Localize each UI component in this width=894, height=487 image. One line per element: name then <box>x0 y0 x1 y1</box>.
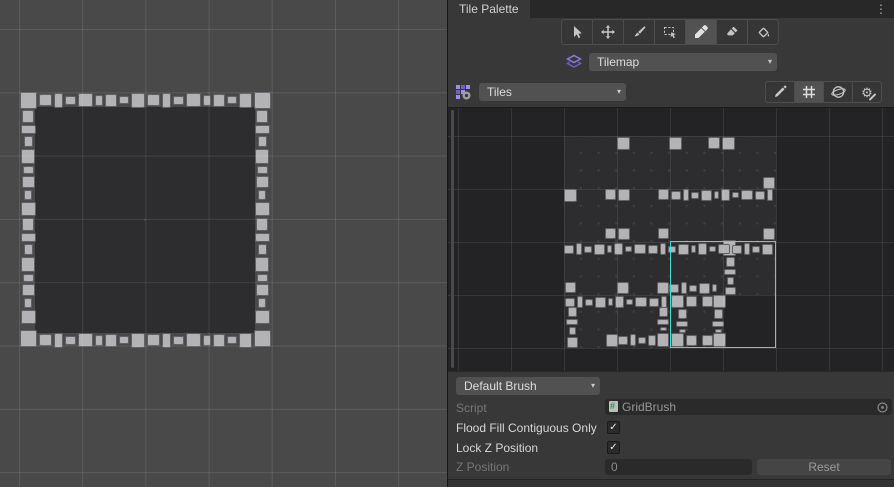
paintbrush-tool-button[interactable] <box>623 19 655 45</box>
tilemap-room <box>0 0 447 487</box>
dropdown-caret-icon: ▾ <box>768 53 772 71</box>
brush-dropdown-value: Default Brush <box>464 379 537 393</box>
lock-z-checkbox[interactable]: ✓ <box>607 441 620 454</box>
box-fill-tool-button[interactable] <box>654 19 686 45</box>
active-tilemap-value: Tilemap <box>597 55 639 69</box>
move-arrows-icon <box>600 24 616 40</box>
reset-button[interactable]: Reset <box>757 459 891 475</box>
box-select-icon <box>662 24 678 40</box>
panel-tab-bar: Tile Palette ⋮ <box>448 0 894 18</box>
fill-bucket-tool-button[interactable] <box>747 19 779 45</box>
scene-viewport[interactable] <box>0 0 447 487</box>
paintbrush-icon <box>631 24 647 40</box>
active-tilemap-dropdown[interactable]: Tilemap ▾ <box>589 53 777 71</box>
flood-fill-checkbox[interactable]: ✓ <box>607 421 620 434</box>
move-tool-button[interactable] <box>592 19 624 45</box>
palette-option-buttons: ⚙ <box>766 81 882 103</box>
palette-select-dropdown[interactable]: Tiles ▾ <box>479 83 626 101</box>
edit-palette-button[interactable] <box>765 81 795 103</box>
brush-inspector: Default Brush ▾ Script GridBrush Flood F… <box>448 371 894 487</box>
tab-tile-palette[interactable]: Tile Palette <box>448 0 530 18</box>
kebab-menu-icon[interactable]: ⋮ <box>874 1 888 17</box>
script-value: GridBrush <box>622 400 676 414</box>
eyedropper-icon <box>693 24 709 40</box>
brush-dropdown[interactable]: Default Brush ▾ <box>456 377 600 395</box>
unity-editor-window: Tile Palette ⋮ <box>0 0 894 487</box>
lock-z-label: Lock Z Position <box>456 440 538 456</box>
script-icon <box>609 401 618 412</box>
eraser-tool-button[interactable] <box>716 19 748 45</box>
dropdown-caret-icon: ▾ <box>617 83 621 101</box>
picker-tool-button[interactable] <box>685 19 717 45</box>
eraser-icon <box>724 24 740 40</box>
dropdown-caret-icon: ▾ <box>591 377 595 395</box>
cursor-icon <box>569 24 585 40</box>
grid-icon <box>801 84 817 100</box>
object-picker-icon[interactable] <box>877 402 888 413</box>
script-label: Script <box>456 400 487 416</box>
tilemap-layers-icon <box>565 54 583 70</box>
script-field[interactable]: GridBrush <box>605 399 892 415</box>
paint-tools-toolbar <box>562 19 779 45</box>
pencil-icon <box>772 84 788 100</box>
z-position-field[interactable]: 0 <box>605 459 752 475</box>
paint-bucket-icon <box>755 24 771 40</box>
gizmo-sphere-icon <box>830 84 847 100</box>
grid-toggle-button[interactable] <box>794 81 824 103</box>
palette-select-value: Tiles <box>487 85 512 99</box>
palette-canvas[interactable] <box>448 107 894 371</box>
tile-palette-panel: Tile Palette ⋮ <box>447 0 894 487</box>
panel-footer <box>448 479 894 487</box>
flood-fill-label: Flood Fill Contiguous Only <box>456 420 597 436</box>
brush-settings-button[interactable]: ⚙ <box>852 81 882 103</box>
gizmos-button[interactable] <box>823 81 853 103</box>
select-tool-button[interactable] <box>561 19 593 45</box>
z-position-label: Z Position <box>456 459 509 475</box>
tile-selection-box <box>670 241 776 348</box>
palette-scrollbar[interactable] <box>451 110 454 368</box>
tile-palette-icon <box>455 84 472 101</box>
